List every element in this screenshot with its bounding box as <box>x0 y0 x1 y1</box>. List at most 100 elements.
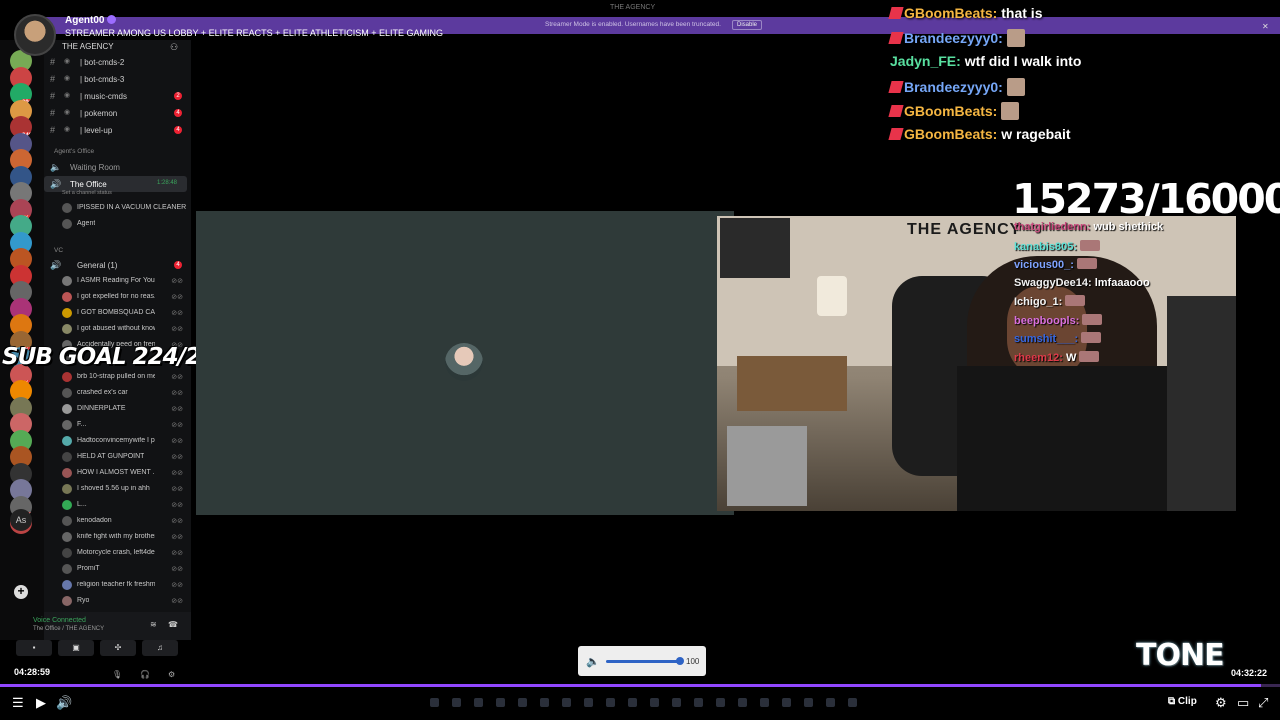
deafen-icon: ⊘⊘ <box>171 486 183 493</box>
channel-item[interactable]: # ◉ | bot-cmds-2 <box>44 54 191 70</box>
taskbar-icon[interactable] <box>496 698 505 707</box>
screenshare-button[interactable]: ▣ <box>58 640 94 656</box>
unread-badge: 2 <box>174 92 182 100</box>
volume-slider-handle[interactable] <box>676 657 684 665</box>
menu-icon[interactable]: ☰ <box>12 695 24 711</box>
emote-image <box>1082 313 1103 325</box>
voice-member[interactable]: L... ⊘⊘ <box>44 497 191 513</box>
headset-icon[interactable]: 🎧 <box>140 670 150 679</box>
taskbar-icon[interactable] <box>452 698 461 707</box>
chat-username[interactable]: GBoomBeats: <box>904 126 997 142</box>
taskbar-icon[interactable] <box>430 698 439 707</box>
volume-icon[interactable]: 🔈 <box>586 655 600 668</box>
streamer-name[interactable]: Agent00 <box>65 15 104 26</box>
taskbar-icon[interactable] <box>672 698 681 707</box>
member-name: crashed ex's car <box>77 389 128 396</box>
category-agents-office[interactable]: Agent's Office <box>54 148 94 155</box>
chat-username[interactable]: beepboopls: <box>1014 315 1079 327</box>
voice-channel[interactable]: The Office / THE AGENCY <box>33 626 104 632</box>
chat-username[interactable]: GBoomBeats: <box>904 5 997 21</box>
taskbar-icon[interactable] <box>562 698 571 707</box>
voice-member[interactable]: F... ⊘⊘ <box>44 417 191 433</box>
play-icon[interactable]: ▶ <box>36 695 46 711</box>
server-icon-as[interactable]: As <box>10 509 32 531</box>
chat-username[interactable]: Jadyn_FE: <box>890 53 961 69</box>
taskbar-icon[interactable] <box>694 698 703 707</box>
voice-member[interactable]: crashed ex's car ⊘⊘ <box>44 385 191 401</box>
channel-waiting-room[interactable]: 🔈 Waiting Room <box>44 159 191 175</box>
channel-general[interactable]: 🔊 General (1) 4 <box>44 257 191 273</box>
voice-member[interactable]: PromiT ⊘⊘ <box>44 561 191 577</box>
chat-username[interactable]: vicious00_: <box>1014 259 1074 271</box>
category-vc[interactable]: VC <box>54 247 63 254</box>
channel-item[interactable]: # ◉ | bot-cmds-3 <box>44 71 191 87</box>
voice-member[interactable]: I shoved 5.56 up in ahh ⊘⊘ <box>44 481 191 497</box>
chat-username[interactable]: Brandeezyyy0: <box>904 30 1003 46</box>
taskbar-icon[interactable] <box>518 698 527 707</box>
channel-item[interactable]: # ◉ | level-up 4 <box>44 122 191 138</box>
chat-username[interactable]: GBoomBeats: <box>904 103 997 119</box>
invite-icon[interactable]: ⚇ <box>170 42 178 53</box>
taskbar-icon[interactable] <box>650 698 659 707</box>
voice-member[interactable]: Agent <box>44 216 191 232</box>
chat-username[interactable]: SwaggyDee14: <box>1014 277 1092 289</box>
chat-username[interactable]: sumshit___: <box>1014 333 1078 345</box>
taskbar-icon[interactable] <box>848 698 857 707</box>
chat-username[interactable]: Brandeezyyy0: <box>904 79 1003 95</box>
taskbar-icon[interactable] <box>606 698 615 707</box>
voice-member[interactable]: I ASMR Reading For You ⊘⊘ <box>44 273 191 289</box>
voice-member[interactable]: kenodadon ⊘⊘ <box>44 513 191 529</box>
fullscreen-icon[interactable]: ⤢ <box>1258 695 1268 711</box>
taskbar-icon[interactable] <box>628 698 637 707</box>
theatre-mode-icon[interactable]: ▭ <box>1237 695 1249 711</box>
taskbar-icon[interactable] <box>782 698 791 707</box>
camera-button[interactable]: ▪ <box>16 640 52 656</box>
clip-button[interactable]: ⧉ Clip <box>1168 696 1197 707</box>
soundboard-button[interactable]: ♫ <box>142 640 178 656</box>
channel-item[interactable]: # ◉ | music-cmds 2 <box>44 88 191 104</box>
member-name: PromiT <box>77 565 100 572</box>
volume-slider[interactable] <box>606 660 680 663</box>
mic-icon[interactable]: 🎙 <box>112 670 122 679</box>
chat-username[interactable]: kanabis805: <box>1014 241 1077 253</box>
activities-button[interactable]: ✣ <box>100 640 136 656</box>
disable-streamer-mode-button[interactable]: Disable <box>732 20 763 30</box>
settings-gear-icon[interactable]: ⚙ <box>1215 695 1227 711</box>
chat-username[interactable]: thatgirliedenn: <box>1014 221 1090 233</box>
close-icon[interactable]: ✕ <box>1262 22 1269 31</box>
taskbar-icon[interactable] <box>738 698 747 707</box>
volume-toggle-icon[interactable]: 🔊 <box>56 695 72 711</box>
taskbar-icon[interactable] <box>474 698 483 707</box>
deafen-icon: ⊘⊘ <box>171 582 183 589</box>
voice-member[interactable]: I got abused without know... ⊘⊘ <box>44 321 191 337</box>
participant-avatar[interactable] <box>445 343 483 381</box>
channel-item[interactable]: # ◉ | pokemon 4 <box>44 105 191 121</box>
taskbar-icon[interactable] <box>584 698 593 707</box>
voice-member[interactable]: brb 10-strap pulled on me... ⊘⊘ <box>44 369 191 385</box>
chat-username[interactable]: Ichigo_1: <box>1014 296 1062 308</box>
noise-suppression-icon[interactable]: ≋ <box>150 620 157 629</box>
add-server-button[interactable]: + <box>14 585 28 599</box>
taskbar-icon[interactable] <box>804 698 813 707</box>
voice-member[interactable]: IPISSED IN A VACUUM CLEANER <box>44 200 191 216</box>
voice-member[interactable]: Motorcycle crash, left4dead ⊘⊘ <box>44 545 191 561</box>
voice-member[interactable]: DINNERPLATE ⊘⊘ <box>44 401 191 417</box>
guild-name[interactable]: THE AGENCY <box>62 42 114 51</box>
settings-gear-icon[interactable]: ⚙ <box>168 670 175 679</box>
voice-member[interactable]: HOW I ALMOST WENT ... ⊘⊘ <box>44 465 191 481</box>
taskbar-icon[interactable] <box>760 698 769 707</box>
taskbar-icon[interactable] <box>540 698 549 707</box>
voice-member[interactable]: Ryo ⊘⊘ <box>44 593 191 609</box>
disconnect-icon[interactable]: ☎ <box>168 620 178 629</box>
taskbar-icon[interactable] <box>716 698 725 707</box>
channel-status[interactable]: Set a channel status <box>62 190 112 196</box>
voice-member[interactable]: religion teacher fk freshman ⊘⊘ <box>44 577 191 593</box>
voice-member[interactable]: HELD AT GUNPOINT ⊘⊘ <box>44 449 191 465</box>
voice-member[interactable]: I got expelled for no reas... ⊘⊘ <box>44 289 191 305</box>
taskbar-icon[interactable] <box>826 698 835 707</box>
streamer-avatar[interactable] <box>14 14 56 56</box>
chat-username[interactable]: rheem12: <box>1014 352 1063 364</box>
voice-member[interactable]: I GOT BOMBSQUAD CA... ⊘⊘ <box>44 305 191 321</box>
voice-member[interactable]: Hadtoconvincemywife I poop... ⊘⊘ <box>44 433 191 449</box>
voice-member[interactable]: knife fight with my brother ⊘⊘ <box>44 529 191 545</box>
